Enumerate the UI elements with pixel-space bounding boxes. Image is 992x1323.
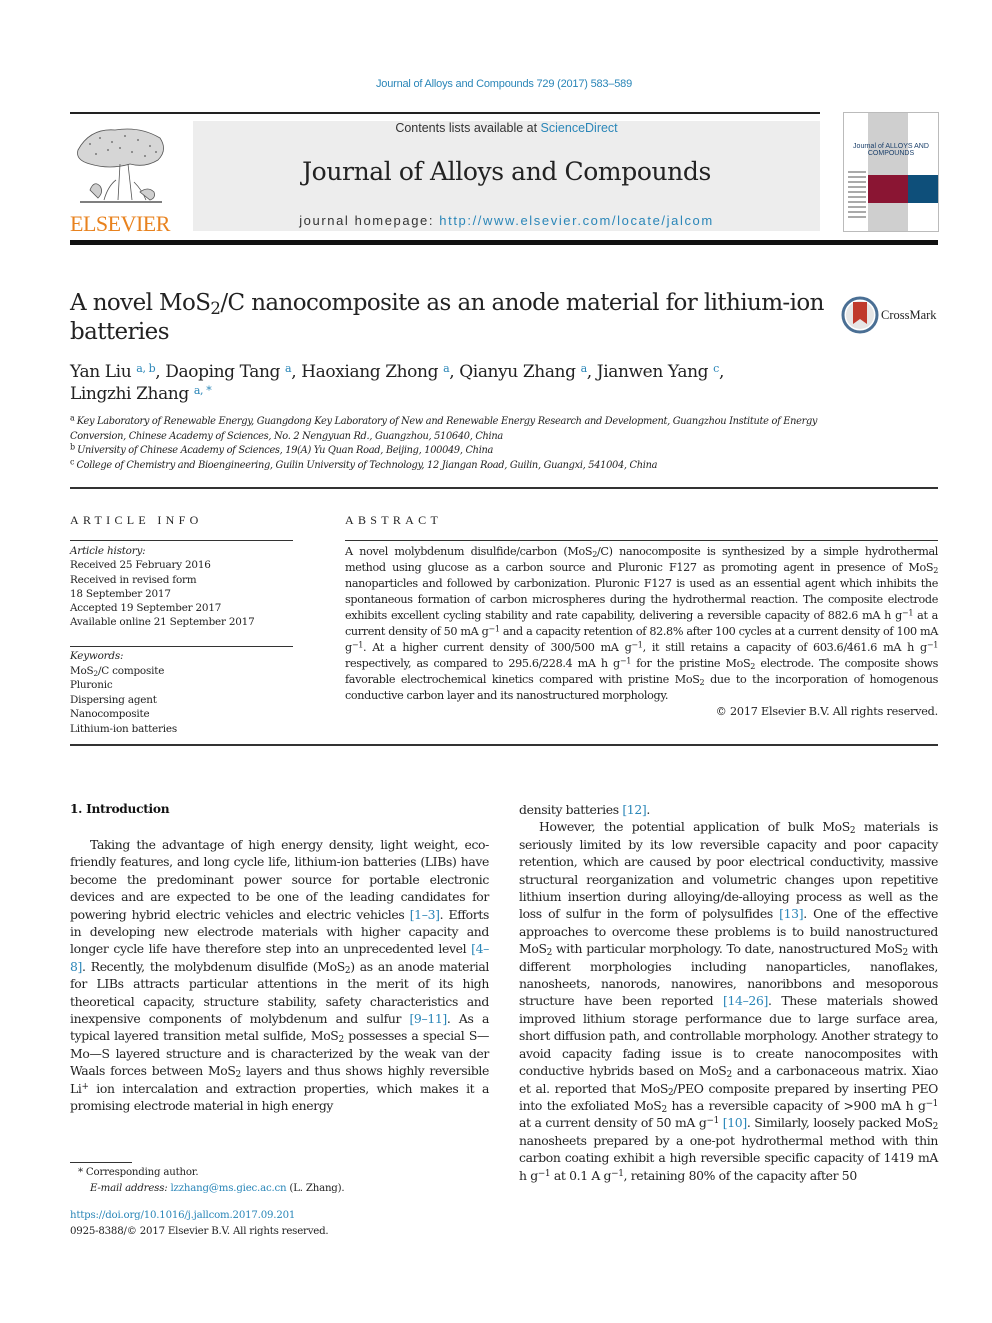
keywords: Keywords: MoS2/C composite Pluronic Disp… <box>70 649 293 736</box>
section-rule <box>70 487 938 489</box>
abstract-heading: ABSTRACT <box>345 513 443 527</box>
contents-line: Contents lists available at ScienceDirec… <box>193 121 820 135</box>
title-part1: A novel MoS <box>70 290 211 316</box>
body-column-right: density batteries [12]. However, the pot… <box>519 801 938 1184</box>
author-affiliation-marker[interactable]: a, * <box>194 384 212 397</box>
affiliations: a Key Laboratory of Renewable Energy, Gu… <box>70 413 830 473</box>
history-item: Received 25 February 2016 <box>70 559 211 572</box>
author-affiliation-marker[interactable]: a, b <box>136 362 155 375</box>
citation-link[interactable]: [14–26] <box>723 993 768 1008</box>
citation-link[interactable]: [13] <box>779 906 803 921</box>
author-name[interactable]: Yan Liu <box>70 362 136 382</box>
issn-copyright: 0925-8388/© 2017 Elsevier B.V. All right… <box>70 1226 329 1237</box>
history-item: 18 September 2017 <box>70 587 171 600</box>
citation-link[interactable]: [4–8] <box>70 941 489 973</box>
email-suffix: (L. Zhang). <box>286 1182 345 1194</box>
crossmark-button[interactable]: CrossMark <box>841 296 941 336</box>
author-affiliation-marker[interactable]: a <box>285 362 292 375</box>
journal-title: Journal of Alloys and Compounds <box>302 157 711 186</box>
author-name[interactable]: Qianyu Zhang <box>459 362 580 382</box>
cover-band <box>868 113 908 231</box>
citation-link[interactable]: [1–3] <box>410 907 440 922</box>
article-title: A novel MoS2/C nanocomposite as an anode… <box>70 289 830 347</box>
author-affiliation-marker[interactable]: a <box>443 362 450 375</box>
abstract-rule <box>345 540 938 542</box>
header-rule <box>70 112 820 114</box>
history-item: Accepted 19 September 2017 <box>70 602 222 615</box>
corresponding-author-note: * Corresponding author. <box>78 1167 199 1178</box>
affiliation-key: c <box>70 456 77 466</box>
elsevier-logo[interactable]: ELSEVIER <box>70 118 170 236</box>
author-name[interactable]: Lingzhi Zhang <box>70 384 194 404</box>
email-label: E-mail address: <box>90 1182 171 1194</box>
author-affiliation-marker[interactable]: c <box>713 362 719 375</box>
keyword-item: Lithium-ion batteries <box>70 722 177 735</box>
elsevier-tree-icon <box>77 128 164 203</box>
cover-blue-block <box>908 175 938 203</box>
affiliation-key: b <box>70 442 78 452</box>
body-column-left: Taking the advantage of high energy dens… <box>70 836 489 1115</box>
affiliation-key: a <box>70 413 77 423</box>
history-item: Available online 21 September 2017 <box>70 616 255 629</box>
title-subscript: 2 <box>210 299 221 319</box>
sciencedirect-link[interactable]: ScienceDirect <box>541 121 618 135</box>
intro-paragraph: However, the potential application of bu… <box>519 819 939 1183</box>
citation-link[interactable]: [9–11] <box>409 1011 447 1026</box>
keyword-item: Dispersing agent <box>70 693 157 706</box>
keyword-item: MoS2/C composite <box>70 664 165 678</box>
history-item: Received in revised form <box>70 573 197 586</box>
cover-maroon-block <box>868 175 908 203</box>
email-line: E-mail address: lzzhang@ms.giec.ac.cn (L… <box>70 1181 470 1197</box>
author-affiliation-marker[interactable]: a <box>581 362 588 375</box>
footnote-rule <box>70 1162 132 1163</box>
history-label: Article history: <box>70 545 146 557</box>
affiliation-item: a Key Laboratory of Renewable Energy, Gu… <box>70 413 818 442</box>
intro-paragraph: Taking the advantage of high energy dens… <box>70 837 490 1114</box>
footnote: * Corresponding author. E-mail address: … <box>70 1165 470 1196</box>
article-info-rule <box>70 540 293 542</box>
author-name[interactable]: Jianwen Yang <box>597 362 713 382</box>
email-link[interactable]: lzzhang@ms.giec.ac.cn <box>171 1183 287 1194</box>
intro-paragraph-continuation: density batteries [12]. <box>519 802 650 817</box>
citation-link[interactable]: [10] <box>723 1115 747 1130</box>
affiliation-item: c College of Chemistry and Bioengineerin… <box>70 456 658 471</box>
abstract-copyright: © 2017 Elsevier B.V. All rights reserved… <box>715 705 939 718</box>
section-rule <box>70 744 938 746</box>
article-info-heading: ARTICLE INFO <box>70 513 203 527</box>
journal-masthead: Contents lists available at ScienceDirec… <box>193 121 820 231</box>
header-thick-rule <box>70 240 938 245</box>
crossmark-icon <box>841 296 879 334</box>
author-name[interactable]: Daoping Tang <box>165 362 285 382</box>
author-name[interactable]: Haoxiang Zhong <box>301 362 443 382</box>
section-heading-introduction: 1. Introduction <box>70 802 170 816</box>
contents-prefix: Contents lists available at <box>395 121 541 135</box>
keyword-item: Nanocomposite <box>70 708 150 720</box>
elsevier-wordmark: ELSEVIER <box>70 211 170 236</box>
article-history: Article history: Received 25 February 20… <box>70 544 293 630</box>
cover-text-lines <box>848 171 866 221</box>
affiliation-item: b University of Chinese Academy of Scien… <box>70 442 494 456</box>
keyword-item: Pluronic <box>70 679 113 691</box>
abstract-text: A novel molybdenum disulfide/carbon (MoS… <box>345 545 939 702</box>
homepage-link[interactable]: http://www.elsevier.com/locate/jalcom <box>439 213 714 228</box>
journal-cover-thumbnail[interactable]: Journal of ALLOYS AND COMPOUNDS <box>843 112 939 232</box>
citation-link[interactable]: [12] <box>622 802 646 817</box>
keywords-rule <box>70 646 293 648</box>
doi-link[interactable]: https://doi.org/10.1016/j.jallcom.2017.0… <box>70 1210 295 1221</box>
homepage-prefix: journal homepage: <box>299 213 440 228</box>
keywords-label: Keywords: <box>70 650 124 662</box>
cover-title: Journal of ALLOYS AND COMPOUNDS <box>853 143 929 157</box>
journal-homepage-line: journal homepage: http://www.elsevier.co… <box>193 213 820 228</box>
author-list: Yan Liu a, b, Daoping Tang a, Haoxiang Z… <box>70 362 724 404</box>
crossmark-label: CrossMark <box>881 308 937 322</box>
journal-citation-link[interactable]: Journal of Alloys and Compounds 729 (201… <box>0 78 992 90</box>
